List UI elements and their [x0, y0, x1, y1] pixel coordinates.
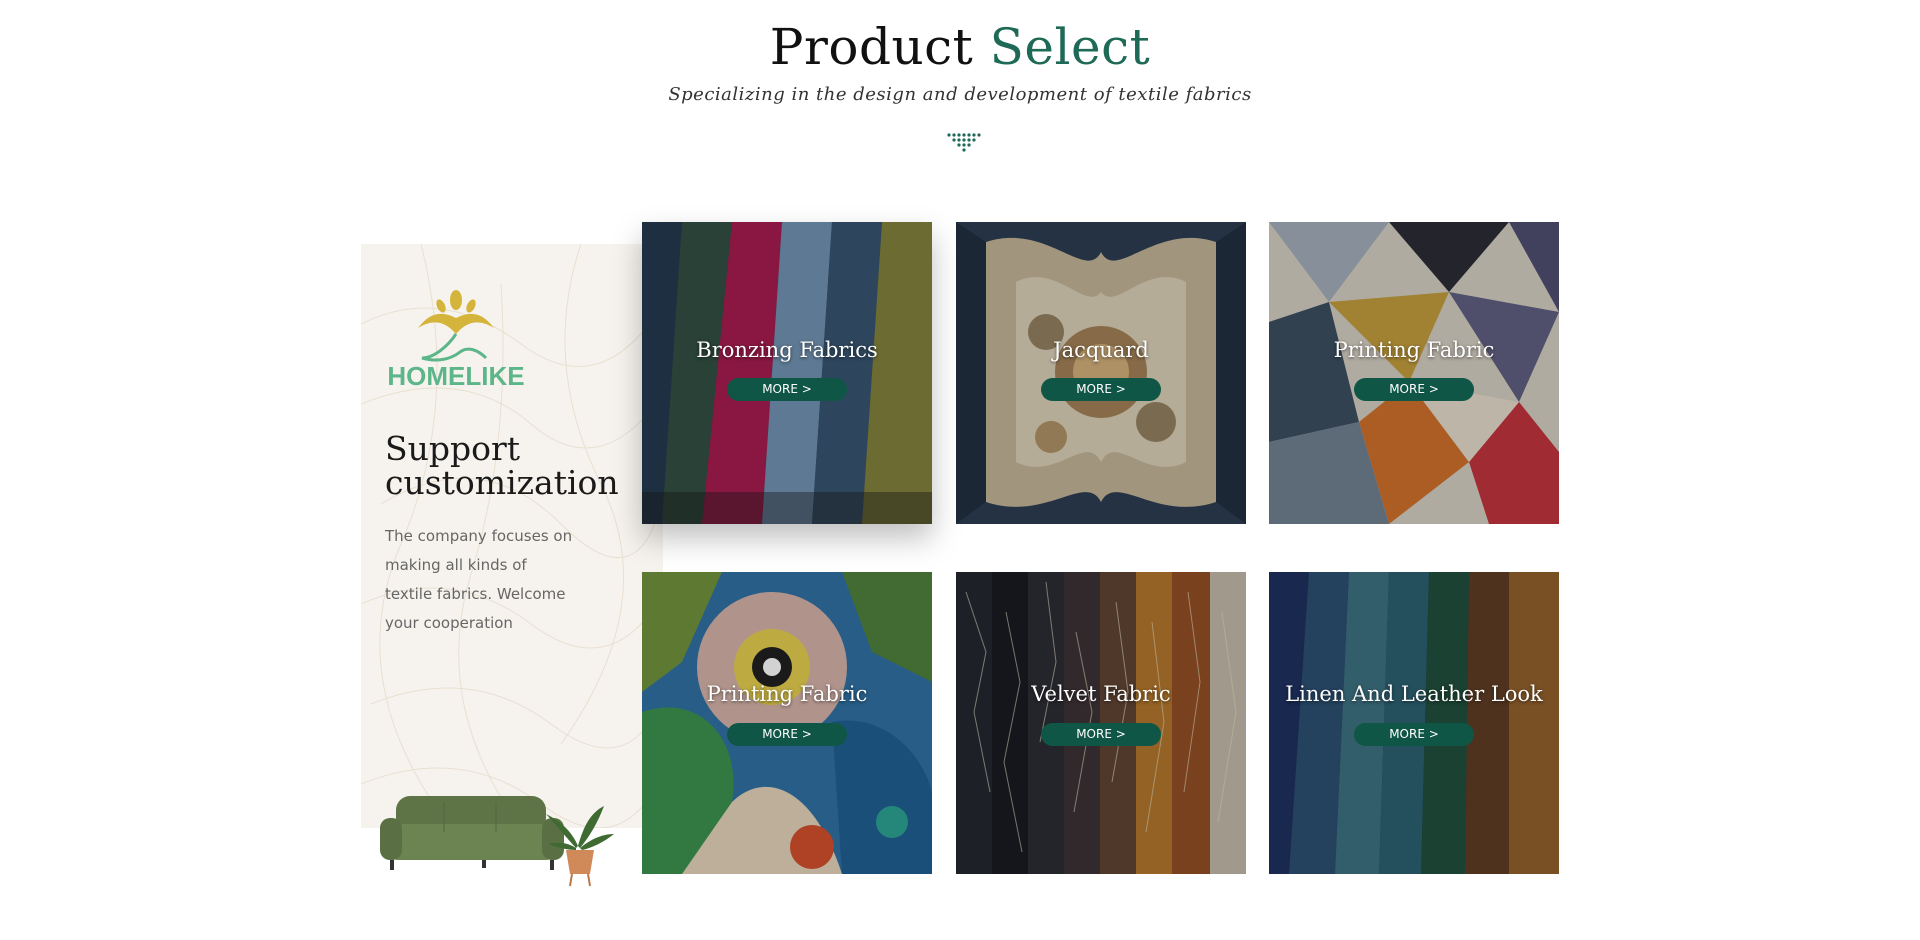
more-button[interactable]: MORE > — [727, 723, 847, 746]
support-heading: Support customization — [385, 429, 619, 502]
product-title: Jacquard — [1053, 338, 1149, 362]
product-title: Velvet Fabric — [1031, 682, 1171, 706]
sofa-illustration — [380, 796, 614, 887]
more-button[interactable]: MORE > — [727, 378, 847, 401]
product-card-printing-fabric-2[interactable]: Printing Fabric MORE > — [642, 572, 932, 874]
more-button[interactable]: MORE > — [1354, 378, 1474, 401]
company-description: The company focuses on making all kinds … — [385, 527, 573, 632]
svg-text:HOMELIKE: HOMELIKE — [387, 361, 524, 390]
title-accent: Select — [989, 18, 1151, 76]
product-card-linen-and-leather-look[interactable]: Linen And Leather Look MORE > — [1269, 572, 1559, 874]
customization-panel: HOMELIKE Support customization The compa… — [361, 244, 663, 828]
section-title: Product Select — [0, 18, 1920, 76]
product-title: Linen And Leather Look — [1285, 682, 1543, 706]
homelike-logo: HOMELIKE — [387, 290, 525, 390]
section-subtitle: Specializing in the design and developme… — [668, 84, 1252, 105]
more-button[interactable]: MORE > — [1041, 378, 1161, 401]
product-title: Printing Fabric — [1333, 338, 1495, 362]
product-card-printing-fabric[interactable]: Printing Fabric MORE > — [1269, 222, 1559, 524]
product-title: Printing Fabric — [706, 682, 868, 706]
title-main: Product — [769, 18, 974, 76]
product-card-velvet-fabric[interactable]: Velvet Fabric MORE > — [956, 572, 1246, 874]
product-title: Bronzing Fabrics — [696, 338, 878, 362]
product-card-jacquard[interactable]: Jacquard MORE > — [956, 222, 1246, 524]
more-button[interactable]: MORE > — [1354, 723, 1474, 746]
dots-divider-icon — [947, 133, 981, 152]
product-card-bronzing-fabrics[interactable]: Bronzing Fabrics MORE > — [642, 222, 932, 524]
more-button[interactable]: MORE > — [1041, 723, 1161, 746]
